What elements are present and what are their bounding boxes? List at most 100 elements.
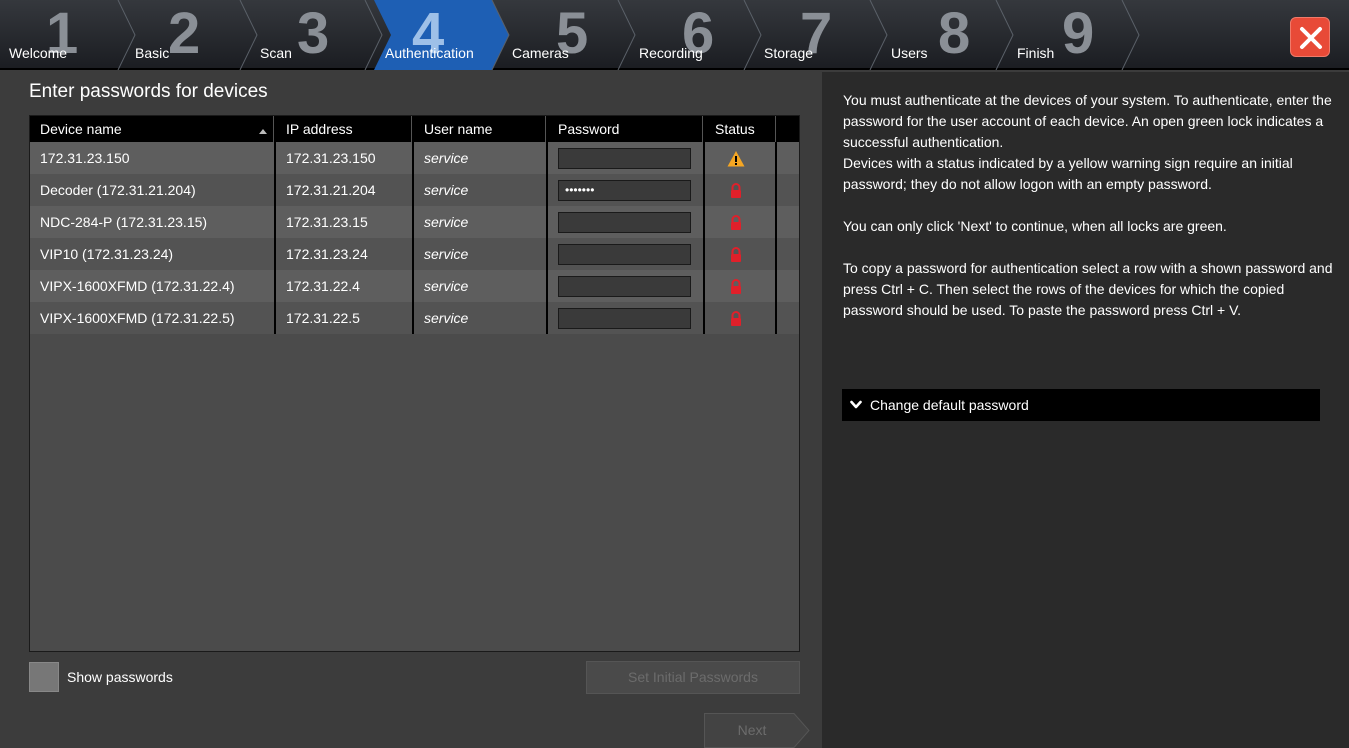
column-separator [775, 238, 777, 270]
column-separator [703, 206, 705, 238]
column-header-ip-address[interactable]: IP address [276, 116, 412, 142]
password-input[interactable] [558, 244, 691, 265]
column-separator [546, 302, 548, 334]
column-separator [274, 174, 276, 206]
column-separator [412, 142, 414, 174]
lock-icon [731, 215, 741, 230]
wizard-step-finish[interactable]: 9 Finish [1004, 0, 1154, 70]
change-default-password-label: Change default password [870, 397, 1029, 413]
password-input[interactable] [558, 212, 691, 233]
column-separator [703, 238, 705, 270]
column-separator [703, 270, 705, 302]
column-separator [274, 142, 276, 174]
column-separator [412, 174, 414, 206]
lock-icon [731, 311, 741, 326]
next-button-label: Next [737, 722, 767, 738]
help-text: You must authenticate at the devices of … [843, 90, 1333, 342]
table-row[interactable]: NDC-284-P (172.31.23.15) 172.31.23.15 serv… [30, 206, 799, 238]
column-separator [412, 238, 414, 270]
column-separator [412, 302, 414, 334]
column-separator [274, 302, 276, 334]
device-table: Device name IP address User name Passwor… [29, 115, 800, 652]
ip-address-cell: 172.31.22.5 [286, 310, 360, 326]
password-input[interactable] [558, 276, 691, 297]
wizard-step-bar: 1 Welcome 2 Basic 3 Scan 4 Authentication 5 Camer… [0, 0, 1349, 70]
help-paragraph: Devices with a status indicated by a yel… [843, 155, 1293, 192]
step-label: Scan [260, 45, 292, 61]
column-separator [775, 302, 777, 334]
column-label: Device name [40, 121, 122, 137]
step-label: Users [891, 45, 928, 61]
user-name-cell: service [424, 278, 469, 294]
column-separator [703, 302, 705, 334]
ip-address-cell: 172.31.22.4 [286, 278, 360, 294]
table-row[interactable]: 172.31.23.150 172.31.23.150 service [30, 142, 799, 174]
warning-icon [727, 151, 745, 167]
wizard-window: 1 Welcome 2 Basic 3 Scan 4 Authentication 5 Camer… [0, 0, 1349, 748]
column-separator [274, 270, 276, 302]
column-separator [703, 174, 705, 206]
device-authentication-panel: Enter passwords for devices Device name … [7, 72, 815, 748]
sort-ascending-icon [259, 129, 267, 134]
column-separator [412, 270, 414, 302]
page-title: Enter passwords for devices [29, 81, 268, 102]
column-separator [546, 174, 548, 206]
column-separator [546, 270, 548, 302]
column-separator [775, 270, 777, 302]
chevron-down-icon [850, 400, 862, 409]
user-name-cell: service [424, 310, 469, 326]
show-passwords-checkbox[interactable] [29, 662, 59, 692]
column-separator [775, 142, 777, 174]
step-label: Authentication [385, 45, 474, 61]
lock-icon [731, 279, 741, 294]
step-label: Welcome [9, 45, 68, 61]
step-number: 2 [168, 1, 201, 66]
user-name-cell: service [424, 214, 469, 230]
device-name-cell: Decoder (172.31.21.204) [40, 182, 196, 198]
step-number: 3 [297, 1, 330, 66]
step-label: Basic [135, 45, 170, 61]
table-row[interactable]: VIPX-1600XFMD (172.31.22.5) 172.31.22.5 se… [30, 302, 799, 334]
table-row[interactable]: VIPX-1600XFMD (172.31.22.4) 172.31.22.4 se… [30, 270, 799, 302]
column-separator [703, 142, 705, 174]
table-row[interactable]: Decoder (172.31.21.204) 172.31.21.204 serv… [30, 174, 799, 206]
password-input[interactable] [558, 308, 691, 329]
column-separator [546, 238, 548, 270]
column-separator [274, 238, 276, 270]
user-name-cell: service [424, 150, 469, 166]
step-number: 9 [1062, 1, 1095, 66]
device-name-cell: NDC-284-P (172.31.23.15) [40, 214, 208, 230]
table-row[interactable]: VIP10 (172.31.23.24) 172.31.23.24 service [30, 238, 799, 270]
column-header-status[interactable]: Status [705, 116, 776, 142]
help-paragraph: You must authenticate at the devices of … [843, 92, 1332, 150]
next-button[interactable]: Next [704, 713, 810, 748]
user-name-cell: service [424, 182, 469, 198]
lock-icon [731, 183, 741, 198]
column-separator [412, 206, 414, 238]
set-initial-passwords-button[interactable]: Set Initial Passwords [586, 661, 800, 694]
column-header-password[interactable]: Password [548, 116, 703, 142]
ip-address-cell: 172.31.23.24 [286, 246, 368, 262]
device-name-cell: VIP10 (172.31.23.24) [40, 246, 174, 262]
help-paragraph: You can only click 'Next' to continue, w… [843, 218, 1227, 234]
column-separator [775, 174, 777, 206]
column-header-device-name[interactable]: Device name [30, 116, 274, 142]
device-name-cell: VIPX-1600XFMD (172.31.22.4) [40, 278, 235, 294]
step-label: Finish [1017, 45, 1055, 61]
lock-icon [731, 247, 741, 262]
step-number: 8 [938, 1, 971, 66]
column-separator [775, 206, 777, 238]
device-name-cell: VIPX-1600XFMD (172.31.22.5) [40, 310, 235, 326]
change-default-password-expander[interactable]: Change default password [842, 389, 1320, 421]
password-input[interactable]: ••••••• [558, 180, 691, 201]
column-separator [274, 206, 276, 238]
ip-address-cell: 172.31.23.150 [286, 150, 376, 166]
step-label: Storage [764, 45, 814, 61]
close-button[interactable] [1290, 17, 1330, 57]
ip-address-cell: 172.31.23.15 [286, 214, 368, 230]
password-input[interactable] [558, 148, 691, 169]
help-paragraph: To copy a password for authentication se… [843, 260, 1333, 318]
column-separator [546, 206, 548, 238]
column-header-user-name[interactable]: User name [414, 116, 546, 142]
column-separator [546, 142, 548, 174]
